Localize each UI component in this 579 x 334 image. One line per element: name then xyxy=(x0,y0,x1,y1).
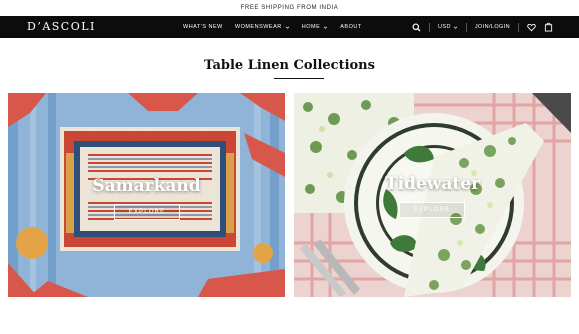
collection-card-samarkand[interactable]: Samarkand EXPLORE xyxy=(8,93,285,297)
divider xyxy=(518,22,519,32)
currency-selector[interactable]: USD xyxy=(438,24,458,30)
brand-logo[interactable]: D’ASCOLI xyxy=(27,20,96,33)
title-underline xyxy=(274,78,324,79)
nav-item-about[interactable]: ABOUT xyxy=(340,24,361,30)
chevron-down-icon xyxy=(285,26,289,29)
nav-item-whats-new[interactable]: WHAT'S NEW xyxy=(183,24,223,30)
chevron-down-icon xyxy=(324,26,328,29)
explore-button-tidewater[interactable]: EXPLORE xyxy=(399,202,465,218)
search-icon[interactable] xyxy=(412,22,421,32)
nav-item-label: ABOUT xyxy=(340,24,362,30)
explore-button-samarkand[interactable]: EXPLORE xyxy=(114,204,180,220)
collection-card-tidewater[interactable]: Tidewater EXPLORE xyxy=(294,93,571,297)
nav-item-label: WOMENSWEAR xyxy=(234,24,282,30)
collection-title: Samarkand xyxy=(92,176,201,196)
heart-icon[interactable] xyxy=(527,23,536,32)
tidewater-image xyxy=(294,93,571,297)
page-title: Table Linen Collections xyxy=(204,58,375,73)
nav-menu: WHAT'S NEW WOMENSWEAR HOME ABOUT xyxy=(183,16,362,38)
nav-item-label: WHAT'S NEW xyxy=(183,24,223,30)
nav-item-womenswear[interactable]: WOMENSWEAR xyxy=(235,24,290,30)
currency-label: USD xyxy=(438,24,451,30)
announcement-bar: FREE SHIPPING FROM INDIA xyxy=(0,0,579,16)
collection-title: Tidewater xyxy=(384,174,481,194)
chevron-down-icon xyxy=(453,26,458,29)
main-navigation: D’ASCOLI WHAT'S NEW WOMENSWEAR HOME ABOU… xyxy=(0,16,579,38)
account-link[interactable]: JOIN/LOGIN xyxy=(475,24,510,30)
divider xyxy=(465,22,467,32)
nav-item-home[interactable]: HOME xyxy=(302,24,329,30)
divider xyxy=(429,22,431,32)
announcement-text: FREE SHIPPING FROM INDIA xyxy=(240,5,339,11)
utility-bar: USD JOIN/LOGIN xyxy=(412,16,553,38)
bag-icon[interactable] xyxy=(544,22,553,32)
nav-item-label: HOME xyxy=(301,24,321,30)
